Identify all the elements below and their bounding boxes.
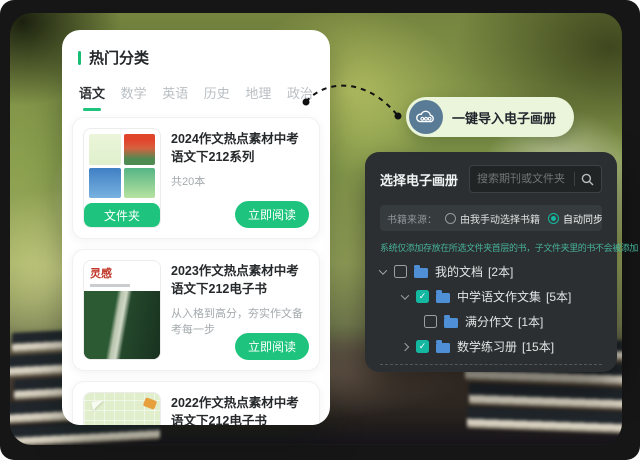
search-input[interactable]	[477, 173, 568, 185]
picker-title: 选择电子画册	[380, 170, 458, 189]
hot-categories-panel: 热门分类 语文 数学 英语 历史 地理 政治 文件夹	[62, 30, 330, 425]
checkbox-checked[interactable]	[416, 340, 429, 353]
tab-chinese[interactable]: 语文	[79, 83, 105, 111]
folder-icon	[414, 268, 428, 278]
cover-decor-line	[90, 284, 130, 287]
chevron-right-icon[interactable]	[401, 342, 409, 350]
radio-label: 由我手动选择书籍	[460, 211, 540, 226]
tree-item-label: 我的文档	[435, 263, 483, 280]
radio-checked-icon[interactable]	[548, 213, 559, 224]
mini-cover-1	[89, 134, 121, 165]
read-now-button[interactable]: 立即阅读	[235, 333, 309, 360]
mini-cover-3	[89, 168, 121, 199]
chevron-down-icon[interactable]	[401, 291, 409, 299]
book-title: 2023作文热点素材中考语文下212电子书	[171, 262, 309, 298]
dashed-connector	[295, 75, 415, 135]
tree-item-label: 数学练习册	[457, 338, 517, 355]
tree-item-count: [5本]	[546, 288, 571, 305]
import-ebook-button[interactable]: 一键导入电子画册	[406, 97, 574, 137]
book-cover-2022: 作文集	[83, 392, 161, 425]
book-card-2024[interactable]: 文件夹 2024作文热点素材中考语文下212系列 共20本 立即阅读	[72, 117, 320, 239]
tab-geography[interactable]: 地理	[245, 83, 271, 111]
folder-badge: 文件夹	[84, 203, 160, 227]
accent-bar	[78, 51, 81, 65]
radio-manual-select[interactable]: 由我手动选择书籍	[445, 211, 540, 226]
tab-math[interactable]: 数学	[121, 83, 147, 111]
book-count: 共20本	[171, 173, 309, 189]
search-box[interactable]	[469, 165, 602, 193]
tree-item-top-essays[interactable]: 满分作文 [1本]	[424, 309, 602, 334]
tree-item-label: 中学语文作文集	[457, 288, 541, 305]
tree-item-count: [1本]	[518, 313, 543, 330]
panel-header: 热门分类	[62, 30, 330, 68]
book-title: 2022作文热点素材中考语文下212电子书	[171, 394, 309, 425]
read-now-button[interactable]: 立即阅读	[235, 201, 309, 228]
search-icon[interactable]	[581, 173, 594, 186]
tab-english[interactable]: 英语	[162, 83, 188, 111]
category-tabs: 语文 数学 英语 历史 地理 政治	[62, 83, 330, 111]
source-label: 书籍来源：	[387, 211, 437, 226]
radio-unchecked-icon[interactable]	[445, 213, 456, 224]
cover-brand-text: 灵感	[90, 265, 154, 281]
folder-icon	[436, 343, 450, 353]
ebook-picker-panel: 选择电子画册 书籍来源： 由我手动选择书籍 自动同步所选文件夹内的书 系统仅添	[365, 152, 617, 372]
book-cover-grid: 文件夹	[83, 128, 161, 228]
tree-item-label: 满分作文	[465, 313, 513, 330]
mini-cover-4	[124, 168, 156, 199]
book-card-2022[interactable]: 作文集 2022作文热点素材中考语文下212电子书 从入格到高分，夯实作文备考每…	[72, 381, 320, 425]
search-divider	[574, 172, 575, 186]
book-list: 文件夹 2024作文热点素材中考语文下212系列 共20本 立即阅读 灵感	[62, 111, 330, 425]
tree-item-chinese-essays[interactable]: 中学语文作文集 [5本]	[402, 284, 602, 309]
chevron-down-icon[interactable]	[379, 266, 387, 274]
folder-icon	[436, 293, 450, 303]
radio-auto-sync[interactable]: 自动同步所选文件夹内的书	[548, 211, 602, 226]
mini-cover-2	[124, 134, 156, 165]
tree-item-count: [15本]	[522, 338, 554, 355]
page-title: 热门分类	[89, 47, 149, 68]
tree-item-math-workbooks[interactable]: 数学练习册 [15本]	[402, 334, 602, 359]
import-button-label: 一键导入电子画册	[452, 108, 556, 127]
cloud-sync-icon	[409, 100, 443, 134]
book-cover-2023: 灵感	[83, 260, 161, 360]
tree-item-count: [2本]	[488, 263, 513, 280]
sync-hint-text: 系统仅添加存放在所选文件夹首层的书，子文件夹里的书不会被添加	[380, 241, 602, 254]
app-window: 热门分类 语文 数学 英语 历史 地理 政治 文件夹	[0, 0, 640, 460]
radio-label: 自动同步所选文件夹内的书	[563, 211, 602, 226]
checkbox-unchecked[interactable]	[394, 265, 407, 278]
tab-history[interactable]: 历史	[204, 83, 230, 111]
book-source-row: 书籍来源： 由我手动选择书籍 自动同步所选文件夹内的书	[380, 205, 602, 231]
cover-photo-bridge	[84, 291, 160, 359]
book-title: 2024作文热点素材中考语文下212系列	[171, 130, 309, 166]
checkbox-unchecked[interactable]	[424, 315, 437, 328]
tree-item-my-documents[interactable]: 我的文档 [2本]	[380, 259, 602, 284]
book-card-2023[interactable]: 灵感 2023作文热点素材中考语文下212电子书 从入格到高分，夯实作文备考每一…	[72, 249, 320, 371]
checkbox-checked[interactable]	[416, 290, 429, 303]
dashed-divider	[380, 364, 602, 365]
folder-icon	[444, 318, 458, 328]
folder-tree: 我的文档 [2本] 中学语文作文集 [5本] 满分作文 [1本] 数学练习册	[380, 259, 602, 359]
